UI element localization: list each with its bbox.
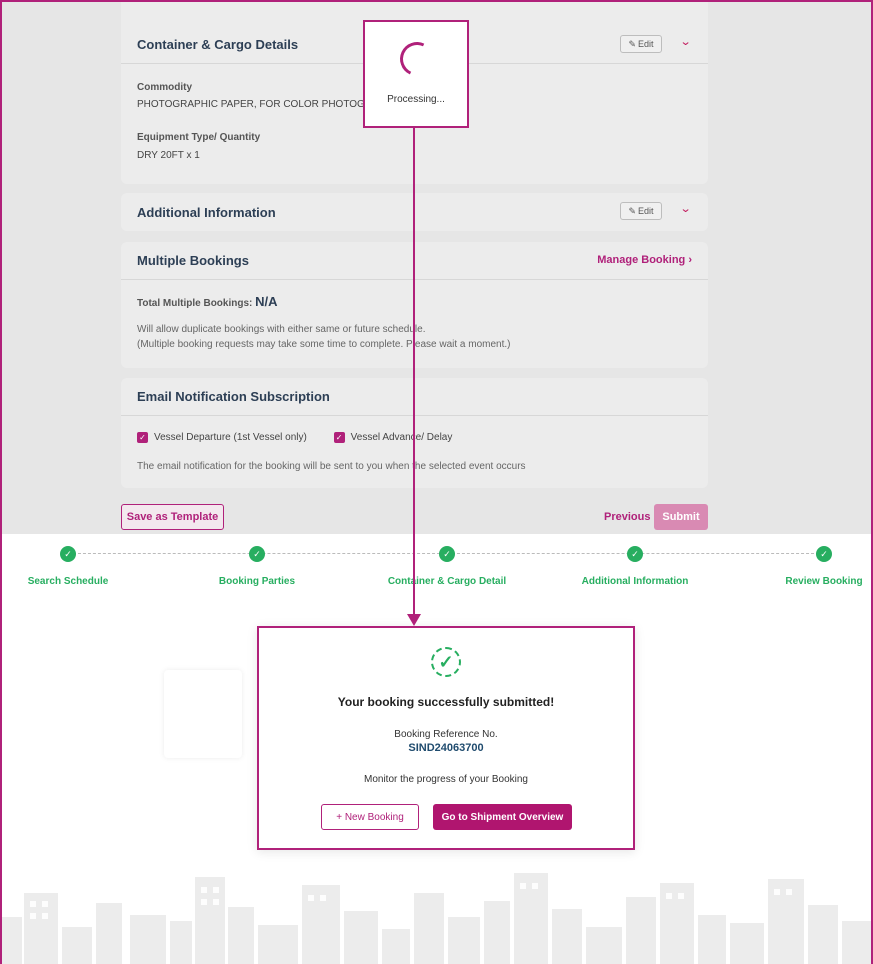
multiple-note-1: Will allow duplicate bookings with eithe… (137, 324, 426, 335)
equipment-label: Equipment Type/ Quantity (137, 132, 261, 143)
processing-dialog: Processing... (363, 20, 469, 128)
manage-booking-label: Manage Booking (597, 254, 686, 266)
checkmark-icon: ✓ (333, 432, 345, 443)
total-label-text: Total Multiple Bookings: (137, 298, 253, 309)
email-options: ✓ Vessel Departure (1st Vessel only) ✓ Ves… (137, 432, 452, 443)
step-booking-parties[interactable]: Booking Parties (219, 576, 295, 587)
step-search-schedule[interactable]: Search Schedule (28, 576, 109, 587)
shipment-overview-button[interactable]: Go to Shipment Overview (433, 804, 572, 830)
city-skyline-illustration (2, 873, 871, 964)
commodity-label: Commodity (137, 82, 192, 93)
new-booking-button[interactable]: + New Booking (321, 804, 419, 830)
multiple-note-2: (Multiple booking requests may take some… (137, 339, 511, 350)
step-check-icon: ✓ (816, 546, 832, 562)
card-title: Multiple Bookings (137, 253, 249, 268)
save-as-template-button[interactable]: Save as Template (121, 504, 224, 530)
processing-text: Processing... (387, 94, 445, 105)
success-check-icon: ✓ (431, 647, 461, 677)
monitor-text: Monitor the progress of your Booking (364, 774, 528, 785)
chevron-down-icon[interactable]: ⌄ (679, 202, 691, 215)
vessel-advance-label: Vessel Advance/ Delay (350, 432, 453, 444)
card-title: Additional Information (137, 204, 276, 220)
edit-label: Edit (638, 39, 654, 49)
step-check-icon: ✓ (60, 546, 76, 562)
edit-button[interactable]: ✎ Edit (620, 35, 662, 53)
email-note: The email notification for the booking w… (137, 461, 526, 472)
success-dialog: ✓ Your booking successfully submitted! B… (257, 626, 635, 850)
step-review-booking[interactable]: Review Booking (785, 576, 862, 587)
vessel-departure-checkbox[interactable]: ✓ Vessel Departure (1st Vessel only) (137, 432, 307, 443)
chevron-right-icon: › (688, 254, 692, 266)
vessel-advance-checkbox[interactable]: ✓ Vessel Advance/ Delay (333, 432, 453, 444)
step-check-icon: ✓ (249, 546, 265, 562)
pencil-icon: ✎ (628, 205, 637, 216)
equipment-value: DRY 20FT x 1 (137, 150, 200, 161)
success-title: Your booking successfully submitted! (337, 695, 555, 709)
screenshot-frame: Container & Cargo Details ✎ Edit ⌄ Commod… (0, 0, 873, 964)
loading-spinner-icon (395, 37, 439, 81)
annotation-arrow (413, 128, 415, 616)
arrow-head-icon (407, 614, 421, 626)
step-check-icon: ✓ (627, 546, 643, 562)
checkmark-icon: ✓ (137, 432, 148, 443)
edit-button[interactable]: ✎ Edit (620, 202, 662, 220)
total-multiple-label: Total Multiple Bookings: N/A (137, 294, 278, 309)
step-additional-info[interactable]: Additional Information (582, 576, 689, 587)
step-check-icon: ✓ (439, 546, 455, 562)
background-card (164, 670, 242, 758)
commodity-value: PHOTOGRAPHIC PAPER, FOR COLOR PHOTOGR (137, 99, 373, 110)
previous-button[interactable]: Previous (604, 511, 650, 523)
total-multiple-value: N/A (255, 294, 278, 309)
card-title: Container & Cargo Details (137, 37, 299, 52)
step-container-cargo[interactable]: Container & Cargo Detail (388, 576, 506, 587)
chevron-down-icon[interactable]: ⌄ (679, 35, 691, 48)
edit-label: Edit (638, 206, 654, 216)
manage-booking-link[interactable]: Manage Booking › (597, 254, 692, 266)
booking-ref-label: Booking Reference No. (394, 729, 498, 740)
pencil-icon: ✎ (628, 38, 637, 49)
booking-ref-value: SIND24063700 (408, 742, 484, 754)
vessel-departure-label: Vessel Departure (1st Vessel only) (154, 432, 307, 444)
submit-button[interactable]: Submit (654, 504, 708, 530)
card-title: Email Notification Subscription (137, 389, 330, 404)
